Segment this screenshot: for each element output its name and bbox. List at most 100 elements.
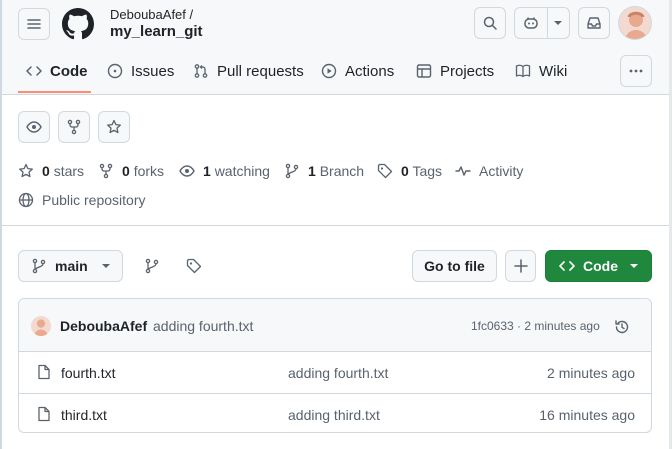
go-to-file-button[interactable]: Go to file	[412, 250, 497, 282]
file-name[interactable]: third.txt	[61, 407, 107, 423]
fork-icon	[99, 163, 113, 179]
tag-icon	[186, 258, 202, 274]
tags-stat[interactable]: 0 Tags	[377, 161, 442, 181]
branch-stat[interactable]: 1 Branch	[284, 161, 364, 181]
watching-count: 1	[203, 163, 211, 179]
tab-label: Actions	[345, 62, 395, 80]
book-icon	[515, 64, 531, 78]
branch-icon	[32, 258, 46, 274]
tab-label: Pull requests	[217, 62, 304, 80]
branch-count: 1	[308, 163, 316, 179]
commit-author[interactable]: DeboubaAfef	[60, 318, 147, 334]
file-commit-message[interactable]: adding fourth.txt	[288, 365, 388, 381]
stars-label: stars	[53, 163, 85, 179]
section-divider	[0, 225, 672, 226]
history-icon	[615, 320, 629, 334]
activity-stat[interactable]: Activity	[455, 161, 523, 181]
tab-label: Wiki	[539, 62, 568, 80]
github-logo-icon[interactable]	[62, 8, 94, 40]
branches-link[interactable]	[136, 250, 168, 282]
forks-stat[interactable]: 0 forks	[98, 161, 164, 181]
file-icon	[38, 364, 50, 380]
branch-label: Branch	[319, 163, 365, 179]
tab-issues[interactable]: Issues	[107, 54, 174, 88]
repo-name-link[interactable]: my_learn_git	[110, 23, 203, 40]
top-bar: DeboubaAfef / my_learn_git Code Issues P…	[0, 0, 672, 95]
star-icon	[19, 163, 33, 178]
tab-projects[interactable]: Projects	[416, 54, 494, 88]
avatar-icon	[624, 11, 648, 39]
tab-label: Code	[50, 62, 88, 80]
caret-down-icon	[630, 264, 638, 268]
copilot-main[interactable]	[515, 8, 548, 38]
latest-commit-bar: DeboubaAfef adding fourth.txt 1fc0633 · …	[19, 299, 651, 352]
pulse-icon	[455, 166, 471, 176]
repo-owner-link[interactable]: DeboubaAfef /	[110, 7, 193, 22]
forks-label: forks	[133, 163, 165, 179]
watching-label: watching	[214, 163, 270, 179]
stars-stat[interactable]: 0 stars	[18, 161, 84, 181]
inbox-icon	[587, 17, 601, 29]
history-button[interactable]	[611, 316, 633, 338]
activity-label: Activity	[479, 163, 524, 179]
fork-icon	[67, 119, 81, 135]
pull-request-icon	[194, 64, 208, 78]
tags-link[interactable]	[178, 250, 210, 282]
tab-code[interactable]: Code	[26, 54, 88, 88]
branch-selector[interactable]: main	[18, 250, 123, 282]
active-tab-underline	[18, 91, 91, 93]
tag-icon	[377, 163, 393, 179]
branch-icon	[285, 163, 299, 179]
user-avatar[interactable]	[618, 6, 652, 40]
branch-icon	[145, 258, 159, 274]
watch-button[interactable]	[18, 111, 50, 143]
code-icon	[559, 261, 575, 271]
code-button-label: Code	[583, 258, 618, 274]
table-icon	[416, 64, 432, 78]
copilot-icon	[524, 17, 538, 29]
code-icon	[26, 66, 42, 76]
file-name[interactable]: fourth.txt	[61, 365, 115, 381]
copilot-dropdown[interactable]	[548, 8, 569, 38]
more-tabs-button[interactable]	[620, 55, 652, 87]
tab-label: Projects	[440, 62, 495, 80]
tab-wiki[interactable]: Wiki	[515, 54, 567, 88]
star-button[interactable]	[98, 111, 130, 143]
forks-count: 0	[122, 163, 130, 179]
plus-icon	[513, 259, 528, 273]
caret-down-icon	[554, 21, 563, 25]
file-row[interactable]: third.txt adding third.txt 16 minutes ag…	[19, 393, 651, 432]
copilot-button[interactable]	[514, 7, 570, 39]
play-circle-icon	[321, 63, 337, 79]
fork-button[interactable]	[58, 111, 90, 143]
inbox-button[interactable]	[578, 7, 610, 39]
left-edge-border	[0, 0, 2, 449]
search-button[interactable]	[474, 7, 506, 39]
file-row[interactable]: fourth.txt adding fourth.txt 2 minutes a…	[19, 352, 651, 393]
commit-hash-time[interactable]: 1fc0633 · 2 minutes ago	[471, 319, 600, 333]
avatar-icon	[33, 319, 49, 336]
eye-icon	[179, 165, 195, 177]
file-icon	[38, 406, 50, 422]
globe-icon	[18, 192, 34, 208]
branch-name: main	[55, 258, 88, 274]
file-commit-message[interactable]: adding third.txt	[288, 407, 380, 423]
watching-stat[interactable]: 1 watching	[179, 161, 270, 181]
visibility-label: Public repository	[42, 192, 146, 208]
file-commit-time: 2 minutes ago	[547, 365, 635, 381]
file-commit-time: 16 minutes ago	[539, 407, 635, 423]
code-download-button[interactable]: Code	[545, 250, 652, 282]
tags-count: 0	[401, 163, 409, 179]
commit-author-avatar[interactable]	[31, 316, 51, 336]
add-file-button[interactable]	[505, 250, 536, 282]
caret-down-icon	[101, 264, 110, 268]
tags-label: Tags	[412, 163, 443, 179]
issue-icon	[107, 63, 123, 79]
menu-button[interactable]	[18, 8, 50, 40]
tab-pull-requests[interactable]: Pull requests	[193, 54, 304, 88]
file-list: DeboubaAfef adding fourth.txt 1fc0633 · …	[18, 298, 652, 433]
stars-count: 0	[42, 163, 50, 179]
tab-actions[interactable]: Actions	[321, 54, 394, 88]
search-icon	[483, 16, 497, 30]
commit-message[interactable]: adding fourth.txt	[153, 318, 253, 334]
